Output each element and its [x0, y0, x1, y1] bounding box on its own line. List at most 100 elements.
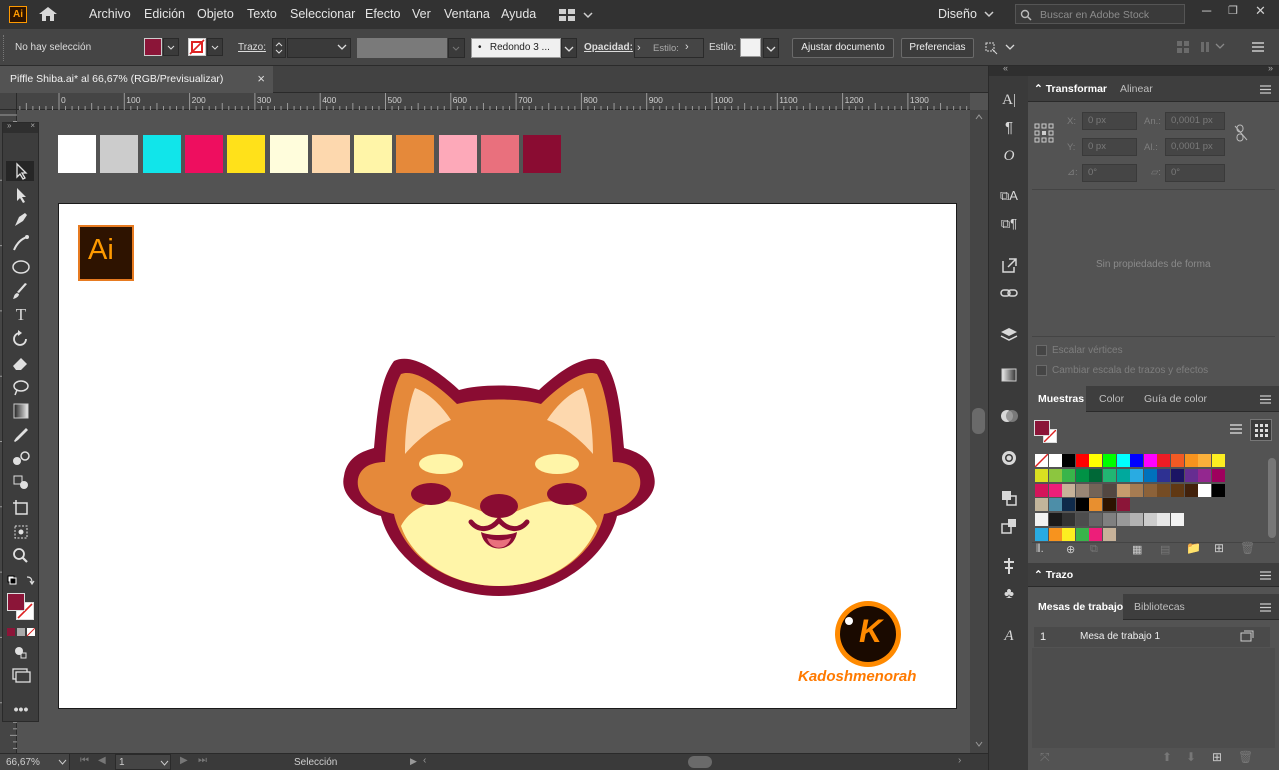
swatch-cell[interactable]: [1062, 483, 1076, 497]
fill-swatch[interactable]: [144, 38, 162, 56]
rotate-tool-icon[interactable]: [9, 329, 33, 349]
fill-color-swatch[interactable]: [7, 593, 25, 611]
swatch-cell[interactable]: [1103, 454, 1116, 467]
swatch-cell[interactable]: [1062, 468, 1076, 482]
stroke-label[interactable]: Trazo:: [238, 42, 266, 53]
scale-corners-checkbox[interactable]: [1036, 345, 1047, 356]
tab-guia-color[interactable]: Guía de color: [1144, 393, 1207, 405]
swatch-cell[interactable]: [1184, 454, 1198, 467]
swatch-cell[interactable]: [1130, 468, 1144, 482]
new-color-group-icon[interactable]: 📁: [1186, 541, 1201, 555]
curvature-tool-icon[interactable]: [9, 233, 33, 253]
y-field[interactable]: 0 px: [1082, 138, 1137, 156]
artboard-tool-icon[interactable]: [9, 497, 33, 517]
grid-view-icon[interactable]: [1250, 419, 1272, 441]
workspace-switcher[interactable]: Diseño: [938, 7, 977, 21]
stroke-swatch[interactable]: [188, 38, 206, 56]
delete-artboard-icon[interactable]: 🗑: [1238, 750, 1253, 764]
swatch-cell[interactable]: [1103, 498, 1116, 512]
swatch-cell[interactable]: [1075, 468, 1089, 482]
fit-document-button[interactable]: Ajustar documento: [792, 38, 894, 58]
swatch-cell[interactable]: [1035, 498, 1048, 512]
tab-trazo[interactable]: ⌃ Trazo: [1034, 569, 1073, 581]
swatch-cell[interactable]: [1089, 513, 1103, 527]
tools-panel-header[interactable]: » ×: [3, 121, 38, 133]
swatch-cell[interactable]: [1143, 483, 1157, 497]
edit-toolbar-icon[interactable]: •••: [9, 699, 33, 719]
swatch-cell[interactable]: [1171, 454, 1184, 467]
stroke-menu-icon[interactable]: [1260, 571, 1271, 580]
show-swatch-kinds-icon[interactable]: ⊕: [1066, 543, 1075, 556]
zoom-dropdown-icon[interactable]: [58, 759, 67, 765]
palette-swatch[interactable]: [311, 135, 350, 173]
swatch-cell[interactable]: [1198, 483, 1212, 497]
stock-search-box[interactable]: Buscar en Adobe Stock: [1015, 4, 1185, 24]
swatch-cell[interactable]: [1075, 483, 1089, 497]
move-down-icon[interactable]: ⬇: [1186, 750, 1196, 764]
menu-archivo[interactable]: Archivo: [89, 7, 131, 21]
swatch-cell[interactable]: [1157, 454, 1171, 467]
paragraph-panel-icon[interactable]: ¶: [999, 118, 1019, 138]
swatch-cell[interactable]: [1075, 513, 1089, 527]
tab-alinear[interactable]: Alinear: [1120, 83, 1153, 95]
shape-builder-tool-icon[interactable]: [9, 473, 33, 493]
color-mode-buttons[interactable]: [7, 628, 35, 637]
glyphs-icon[interactable]: A: [999, 626, 1019, 646]
swatch-cell[interactable]: [1089, 528, 1103, 541]
opentype-panel-icon[interactable]: O: [999, 146, 1019, 166]
menu-ver[interactable]: Ver: [412, 7, 431, 21]
swatch-cell[interactable]: [1157, 513, 1171, 527]
character-panel-icon[interactable]: A|: [999, 90, 1019, 110]
swatch-cell[interactable]: [1075, 454, 1089, 467]
swatch-cell[interactable]: [1089, 498, 1103, 512]
preferences-button[interactable]: Preferencias: [901, 38, 974, 58]
swatch-cell[interactable]: [1034, 453, 1049, 468]
puppet-warp-icon[interactable]: [999, 556, 1019, 576]
home-icon[interactable]: [38, 6, 58, 22]
palette-swatch[interactable]: [58, 135, 96, 173]
close-window-button[interactable]: ✕: [1255, 3, 1266, 19]
swatch-cell[interactable]: [1089, 454, 1103, 467]
swatch-cell[interactable]: [1130, 454, 1144, 467]
brush-definition[interactable]: • Redondo 3 ...: [471, 38, 561, 58]
scale-strokes-checkbox[interactable]: [1036, 365, 1047, 376]
swatch-cell[interactable]: [1089, 468, 1103, 482]
edit-color-group-icon[interactable]: ▤: [1160, 543, 1170, 556]
menu-texto[interactable]: Texto: [247, 7, 277, 21]
swatch-cell[interactable]: [1198, 468, 1212, 482]
artboard-list-row[interactable]: 1 Mesa de trabajo 1: [1034, 627, 1270, 647]
align-panel-icon[interactable]: [999, 516, 1019, 536]
eyedropper-tool-icon[interactable]: [9, 425, 33, 445]
blend-tool-icon[interactable]: [9, 449, 33, 469]
swatch-fill-indicator[interactable]: [1034, 420, 1050, 436]
swatches-menu-icon[interactable]: [1260, 395, 1271, 404]
symbols-icon[interactable]: ♣: [999, 584, 1019, 604]
swatch-options-icon[interactable]: ⧉: [1090, 543, 1098, 556]
arrange-documents-icon[interactable]: [558, 8, 594, 22]
brush-dropdown[interactable]: [561, 38, 577, 58]
vertical-scrollbar[interactable]: [970, 110, 988, 753]
swatch-cell[interactable]: [1184, 468, 1198, 482]
list-view-icon[interactable]: [1229, 423, 1243, 437]
close-tab-icon[interactable]: ×: [257, 71, 265, 86]
swatch-cell[interactable]: [1116, 483, 1130, 497]
lasso-scale-tool-icon[interactable]: [9, 377, 33, 397]
menu-edicion[interactable]: Edición: [144, 7, 185, 21]
delete-swatch-icon[interactable]: 🗑: [1240, 541, 1255, 555]
swatch-cell[interactable]: [1075, 498, 1089, 512]
artboards-menu-icon[interactable]: [1260, 603, 1271, 612]
swatch-cell[interactable]: [1103, 513, 1116, 527]
tab-mesas-de-trabajo[interactable]: Mesas de trabajo: [1038, 601, 1123, 613]
swatch-cell[interactable]: [1062, 454, 1076, 467]
swatches-scrollbar[interactable]: [1268, 458, 1276, 538]
palette-swatch[interactable]: [142, 135, 181, 173]
swatch-cell[interactable]: [1157, 468, 1171, 482]
swatch-cell[interactable]: [1103, 483, 1116, 497]
grip-handle[interactable]: [3, 35, 6, 61]
swatch-cell[interactable]: [1157, 483, 1171, 497]
swatch-cell[interactable]: [1198, 454, 1212, 467]
tab-bibliotecas[interactable]: Bibliotecas: [1134, 601, 1185, 613]
screen-mode-icon[interactable]: [9, 665, 33, 685]
tab-transformar[interactable]: ⌃ Transformar: [1034, 83, 1107, 95]
status-menu-icon[interactable]: ▶: [410, 756, 417, 767]
